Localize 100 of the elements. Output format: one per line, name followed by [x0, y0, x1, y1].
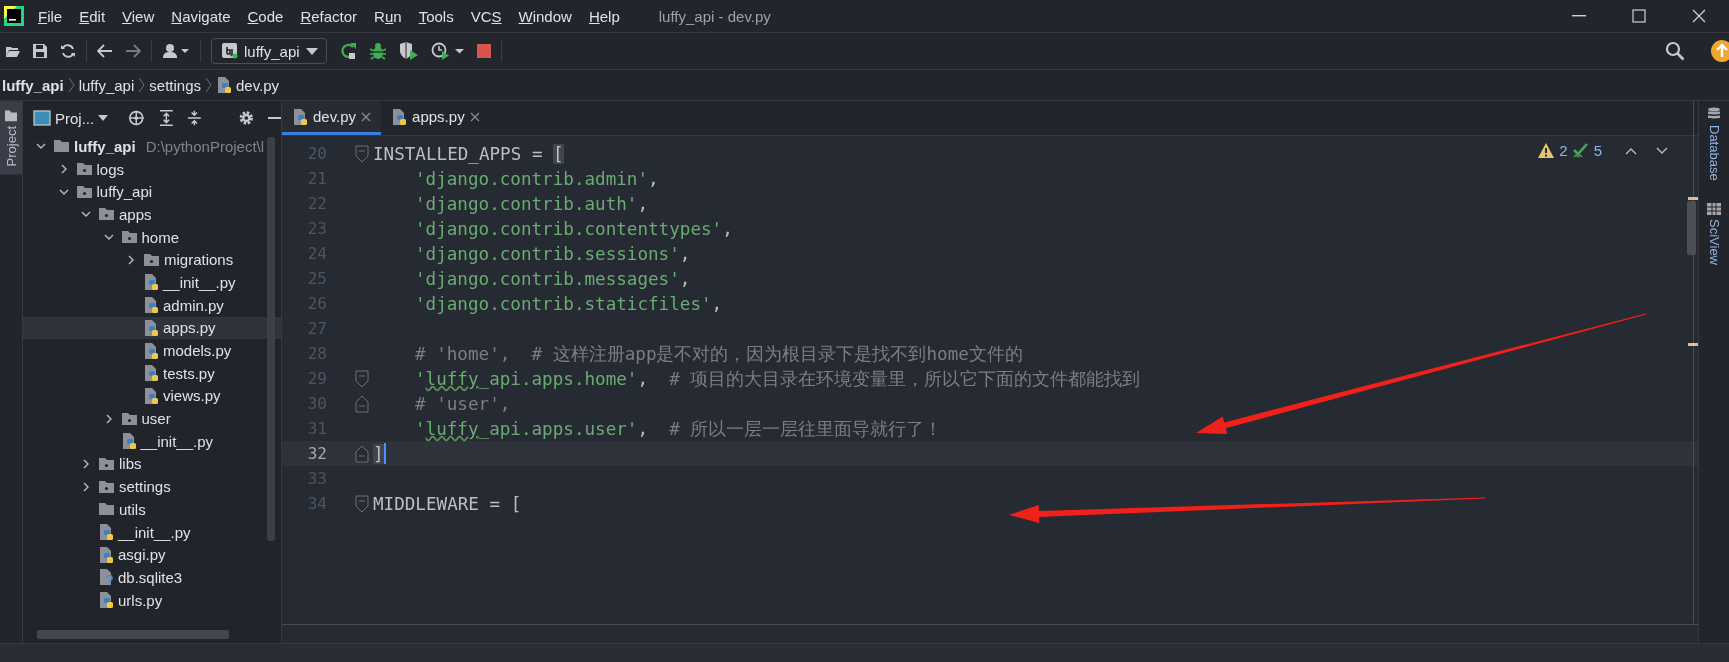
python-file-icon [143, 273, 159, 292]
update-arrow-icon[interactable] [1711, 40, 1729, 62]
search-icon[interactable] [1665, 41, 1685, 61]
menu-item[interactable]: Run [368, 4, 408, 28]
scrollbar[interactable] [1687, 201, 1696, 255]
code-line: MIDDLEWARE = [ [373, 493, 522, 514]
shield-run-icon[interactable] [398, 42, 419, 60]
code-line: 'django.contrib.auth', [415, 193, 649, 214]
tree-item[interactable]: db.sqlite3 [23, 566, 281, 589]
close-icon[interactable] [1692, 9, 1706, 23]
chevron-icon[interactable] [81, 481, 91, 492]
close-icon[interactable] [469, 111, 480, 122]
chevron-icon[interactable] [126, 254, 136, 265]
forward-arrow-icon[interactable] [125, 44, 141, 58]
python-file-icon [143, 341, 159, 360]
python-file-icon [216, 76, 232, 94]
tree-item[interactable]: urls.py [23, 588, 281, 612]
caret-icon [98, 115, 109, 121]
folder-open-icon[interactable] [6, 44, 20, 58]
tool-window-tab[interactable]: Database [1706, 105, 1722, 183]
package-folder-icon [75, 184, 93, 199]
rerun-icon[interactable] [338, 42, 357, 60]
python-file-icon [98, 523, 114, 542]
tree-item[interactable]: apps [23, 203, 281, 226]
python-file-icon [98, 545, 114, 564]
tree-item[interactable]: __init__.py [23, 520, 281, 544]
editor-tab[interactable]: apps.py [381, 101, 490, 135]
menu-item[interactable]: View [116, 4, 161, 28]
fold-icon[interactable] [355, 494, 369, 513]
editor-tab[interactable]: dev.py [282, 101, 382, 135]
fold-icon[interactable] [355, 144, 369, 163]
fold-icon[interactable] [355, 444, 369, 463]
locate-crosshair-icon[interactable] [128, 109, 145, 127]
code-line: 'django.contrib.sessions', [415, 243, 691, 264]
tree-item[interactable]: views.py [23, 384, 281, 408]
fold-icon[interactable] [355, 394, 369, 413]
chevron-icon[interactable] [81, 458, 91, 469]
tree-item[interactable]: luffy_api [23, 180, 281, 204]
run-configuration-dropdown[interactable]: luffy_api [211, 38, 327, 64]
back-arrow-icon[interactable] [97, 44, 113, 58]
project-tool-tab[interactable]: Project [0, 101, 22, 175]
bug-icon[interactable] [368, 42, 387, 60]
tree-item[interactable]: __init__.py [23, 271, 281, 294]
tree-item[interactable]: utils [23, 498, 281, 521]
menu-item[interactable]: Edit [73, 4, 112, 28]
tree-item[interactable]: libs [23, 452, 281, 476]
window-title: luffy_api - dev.py [658, 7, 771, 25]
tree-item[interactable]: asgi.py [23, 543, 281, 567]
breadcrumb-item[interactable]: luffy_api [0, 76, 68, 94]
separator-chevron-icon [67, 77, 75, 93]
tree-item[interactable]: logs [23, 157, 281, 181]
menu-item[interactable]: Navigate [165, 4, 237, 28]
tree-item[interactable]: apps.py [23, 316, 281, 340]
tree-item[interactable]: migrations [23, 248, 281, 272]
warning-count: 2 [1559, 142, 1568, 159]
collapse-all-icon[interactable] [187, 109, 203, 127]
tool-window-tab[interactable]: SciView [1706, 200, 1722, 267]
menu-item[interactable]: VCS [464, 4, 508, 28]
tree-item[interactable]: admin.py [23, 293, 281, 317]
package-folder-icon [98, 207, 115, 222]
save-icon[interactable] [32, 43, 48, 59]
sync-icon[interactable] [60, 43, 76, 59]
menu-item[interactable]: Window [512, 4, 578, 28]
scrollbar[interactable] [267, 137, 275, 541]
menu-item[interactable]: Code [241, 4, 290, 28]
tree-item[interactable]: settings [23, 475, 281, 498]
user-dropdown-icon[interactable] [162, 43, 190, 59]
menu-item[interactable]: Refactor [294, 4, 364, 28]
tree-item[interactable]: __init__.py [23, 429, 281, 453]
database-icon [1707, 107, 1721, 121]
scrollbar[interactable] [37, 630, 229, 639]
tree-item[interactable]: home [23, 225, 281, 249]
settings-icon[interactable] [237, 109, 255, 127]
window-icon [33, 110, 51, 126]
chevron-down-icon[interactable] [1656, 146, 1668, 155]
clock-run-icon[interactable] [430, 42, 465, 60]
minimize-icon[interactable] [1572, 15, 1586, 17]
close-icon[interactable] [361, 111, 372, 122]
folder-icon [53, 139, 70, 154]
tree-item[interactable]: user [23, 407, 281, 430]
menu-item[interactable]: Help [582, 4, 626, 28]
breadcrumb-item[interactable]: dev.py [212, 76, 284, 94]
minimize-panel-icon[interactable] [268, 116, 281, 120]
stop-icon[interactable] [476, 44, 491, 58]
tree-item[interactable]: models.py [23, 339, 281, 362]
tree-item[interactable]: luffy_api D:\pythonProject\l [23, 135, 281, 158]
package-folder-icon [120, 411, 138, 426]
project-view-dropdown[interactable]: Proj... [27, 108, 115, 128]
maximize-icon[interactable] [1632, 9, 1646, 23]
breadcrumb-item[interactable]: settings [145, 76, 205, 94]
fold-icon[interactable] [355, 369, 369, 388]
menu-item[interactable]: File [32, 4, 69, 28]
code-line: # 'home', # 这样注册app是不对的，因为根目录下是找不到home文件的 [415, 342, 1023, 366]
expand-all-icon[interactable] [158, 109, 174, 127]
tree-item[interactable]: tests.py [23, 361, 281, 385]
package-folder-icon [75, 162, 93, 177]
line-number: 32 [306, 444, 327, 463]
menu-item[interactable]: Tools [412, 4, 460, 28]
breadcrumb-item[interactable]: luffy_api [74, 76, 139, 94]
chevron-up-icon[interactable] [1625, 146, 1637, 155]
